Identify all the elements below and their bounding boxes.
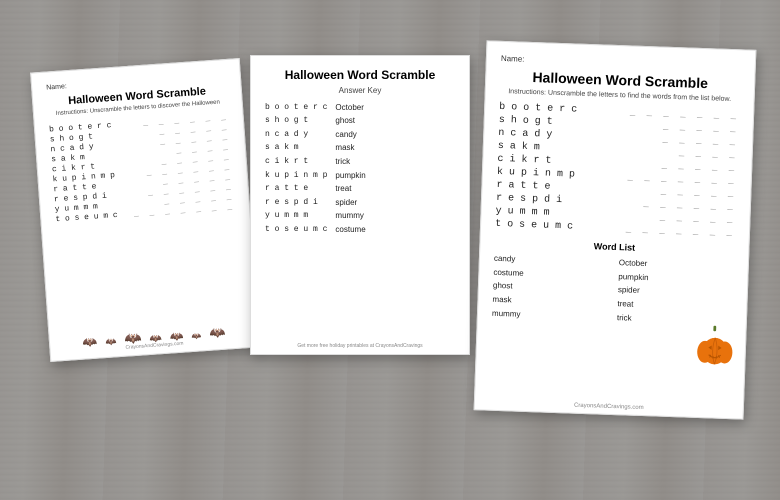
word-list-col1: candy costume ghost mask mummy	[492, 252, 609, 324]
title-middle: Halloween Word Scramble	[265, 68, 455, 84]
word-list-grid: candy costume ghost mask mummy October p…	[492, 252, 734, 328]
footer-middle: Get more free holiday printables at Cray…	[251, 343, 469, 349]
pumpkin-icon	[692, 324, 733, 363]
pages-container: Name: Halloween Word Scramble Instructio…	[10, 15, 770, 485]
footer-right: CrayonsAndCravings.com	[475, 399, 743, 414]
word-scramble-list-right: b o o t e r c _ _ _ _ _ _ _ s h o g t _ …	[495, 102, 739, 238]
answer-key-label: Answer Key	[265, 86, 455, 95]
page-right: Name: Halloween Word Scramble Instructio…	[474, 40, 757, 419]
page-middle: Halloween Word Scramble Answer Key b o o…	[250, 55, 470, 355]
word-list-section: Word List candy costume ghost mask mummy…	[492, 238, 735, 328]
word-scramble-list-left: b o o t e r c_ _ _ _ _ _ s h o g t_ _ _ …	[49, 113, 235, 224]
answer-key-list: b o o t e r c s h o g t n c a d y s a k …	[265, 101, 455, 237]
page-left: Name: Halloween Word Scramble Instructio…	[30, 58, 260, 362]
word-list-col2: October pumpkin spider treat trick	[617, 256, 734, 328]
